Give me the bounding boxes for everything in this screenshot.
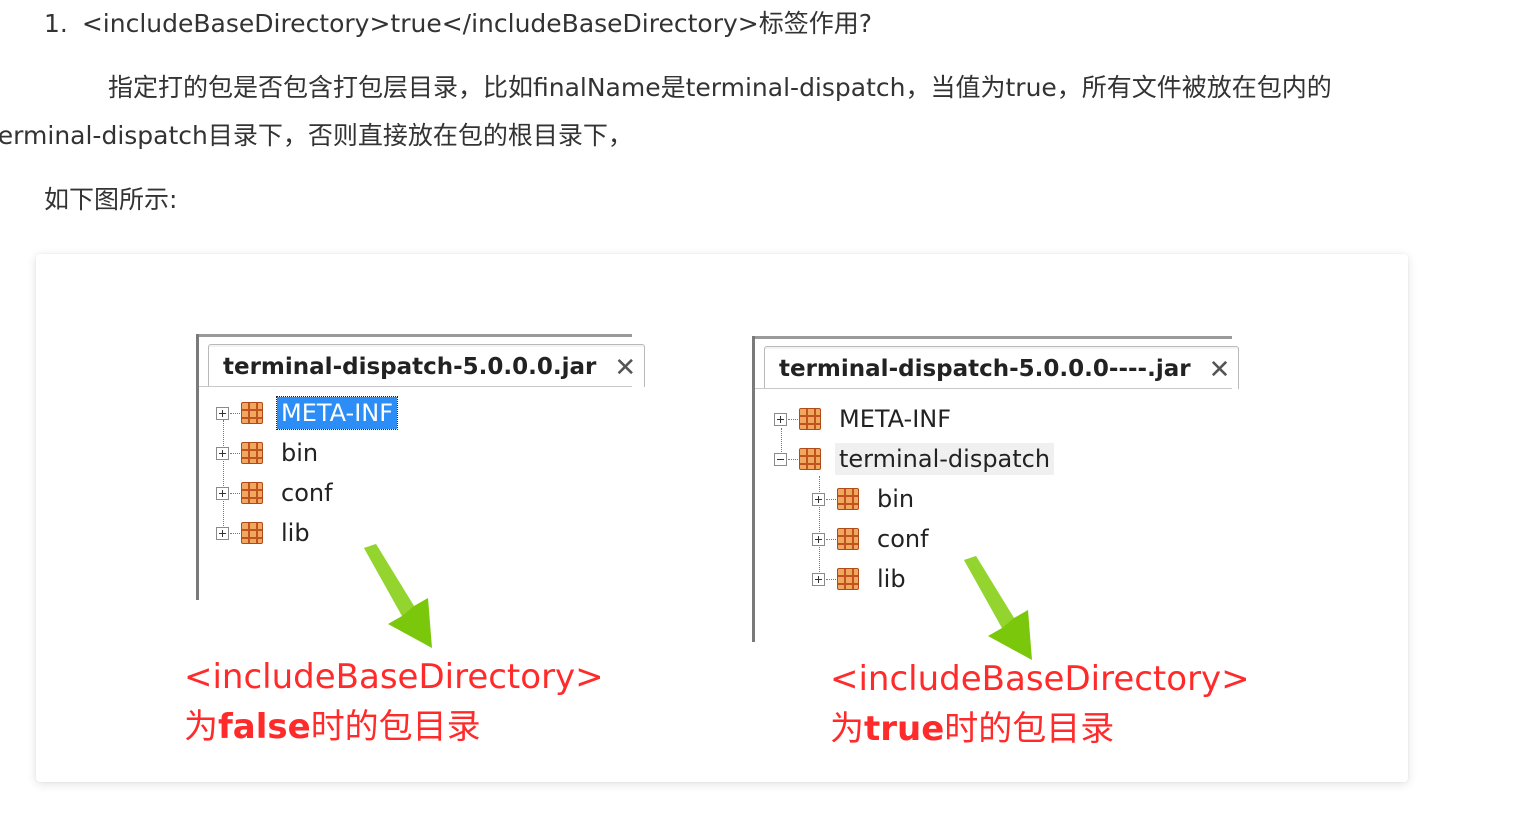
tree-node-label: conf [281, 479, 333, 507]
tree-node-bin[interactable]: bin [216, 436, 322, 470]
panel-frame-top [752, 336, 1232, 339]
expand-icon[interactable] [216, 526, 229, 540]
tree-node-label: conf [877, 525, 929, 553]
note-line-1: <includeBaseDirectory> [830, 659, 1250, 699]
collapse-icon[interactable] [774, 452, 787, 466]
package-icon [799, 448, 821, 470]
tree-connector [230, 492, 240, 494]
tree-connector [826, 538, 836, 540]
tree-node-label: lib [281, 519, 310, 547]
expand-icon[interactable] [812, 572, 825, 586]
tree-node-conf[interactable]: conf [216, 476, 337, 510]
package-icon [241, 402, 263, 424]
close-icon[interactable]: ✕ [614, 353, 636, 383]
note-line-2: 为true时的包目录 [830, 704, 1250, 754]
panel-frame-left [196, 334, 199, 600]
package-icon [837, 568, 859, 590]
expand-icon[interactable] [216, 446, 229, 460]
jar-tab-right[interactable]: terminal-dispatch-5.0.0.0----.jar ✕ [764, 346, 1240, 389]
package-icon [241, 482, 263, 504]
jar-tab-title: terminal-dispatch-5.0.0.0.jar [223, 354, 597, 380]
tree-node-lib[interactable]: lib [812, 562, 910, 596]
note-value: true [864, 709, 945, 749]
arrow-icon-left [364, 544, 432, 648]
tree-node-label: META-INF [839, 405, 952, 433]
expand-icon[interactable] [216, 486, 229, 500]
note-true-right: <includeBaseDirectory> 为true时的包目录 [830, 654, 1250, 754]
note-prefix: 为 [830, 709, 864, 749]
heading-text: <includeBaseDirectory>true</includeBaseD… [81, 9, 872, 38]
jar-tab-left[interactable]: terminal-dispatch-5.0.0.0.jar ✕ [208, 344, 646, 387]
note-value: false [218, 707, 311, 747]
panel-frame-left [752, 336, 755, 642]
paragraph-line-1: 指定打的包是否包含打包层目录，比如finalName是terminal-disp… [108, 73, 1332, 102]
package-icon [799, 408, 821, 430]
tree-connector [826, 498, 836, 500]
note-prefix: 为 [184, 707, 218, 747]
jar-tab-title: terminal-dispatch-5.0.0.0----.jar [779, 356, 1191, 382]
expand-icon[interactable] [216, 406, 229, 420]
section-heading: 1. <includeBaseDirectory>true</includeBas… [44, 6, 872, 42]
tree-connector [230, 532, 240, 534]
tree-node-label: terminal-dispatch [835, 443, 1055, 475]
expand-icon[interactable] [812, 532, 825, 546]
arrow-icon-right [964, 556, 1032, 660]
tree-node-label: META-INF [275, 396, 399, 430]
tree-connector [788, 458, 798, 460]
expand-icon[interactable] [774, 412, 787, 426]
description-paragraph: 指定打的包是否包含打包层目录，比如finalName是terminal-disp… [0, 64, 1460, 160]
tree-node-meta-inf[interactable]: META-INF [774, 402, 955, 436]
package-icon [241, 442, 263, 464]
tree-connector [230, 452, 240, 454]
package-icon [837, 488, 859, 510]
note-suffix: 时的包目录 [944, 709, 1115, 749]
figure-card: terminal-dispatch-5.0.0.0.jar ✕ META-INF … [36, 254, 1408, 782]
package-icon [837, 528, 859, 550]
tab-divider [755, 388, 1232, 389]
figure-lead-text: 如下图所示: [44, 185, 178, 214]
tree-node-label: bin [877, 485, 915, 513]
tree-node-conf[interactable]: conf [812, 522, 933, 556]
tree-node-terminal-dispatch[interactable]: terminal-dispatch [774, 442, 1055, 476]
paragraph-line-2: terminal-dispatch目录下，否则直接放在包的根目录下， [0, 121, 633, 150]
heading-number: 1. [44, 9, 68, 38]
tree-node-label: bin [281, 439, 319, 467]
expand-icon[interactable] [812, 492, 825, 506]
note-line-2: 为false时的包目录 [184, 702, 604, 752]
tree-connector [230, 412, 240, 414]
tree-node-bin[interactable]: bin [812, 482, 918, 516]
note-false-left: <includeBaseDirectory> 为false时的包目录 [184, 652, 604, 752]
tree-connector [788, 418, 798, 420]
note-line-1: <includeBaseDirectory> [184, 657, 604, 697]
note-suffix: 时的包目录 [310, 707, 481, 747]
tab-divider [199, 386, 632, 387]
tree-node-lib[interactable]: lib [216, 516, 314, 550]
tree-node-meta-inf[interactable]: META-INF [216, 396, 399, 430]
close-icon[interactable]: ✕ [1209, 355, 1231, 385]
package-icon [241, 522, 263, 544]
tree-node-label: lib [877, 565, 906, 593]
tree-connector [826, 578, 836, 580]
panel-frame-top [196, 334, 632, 337]
